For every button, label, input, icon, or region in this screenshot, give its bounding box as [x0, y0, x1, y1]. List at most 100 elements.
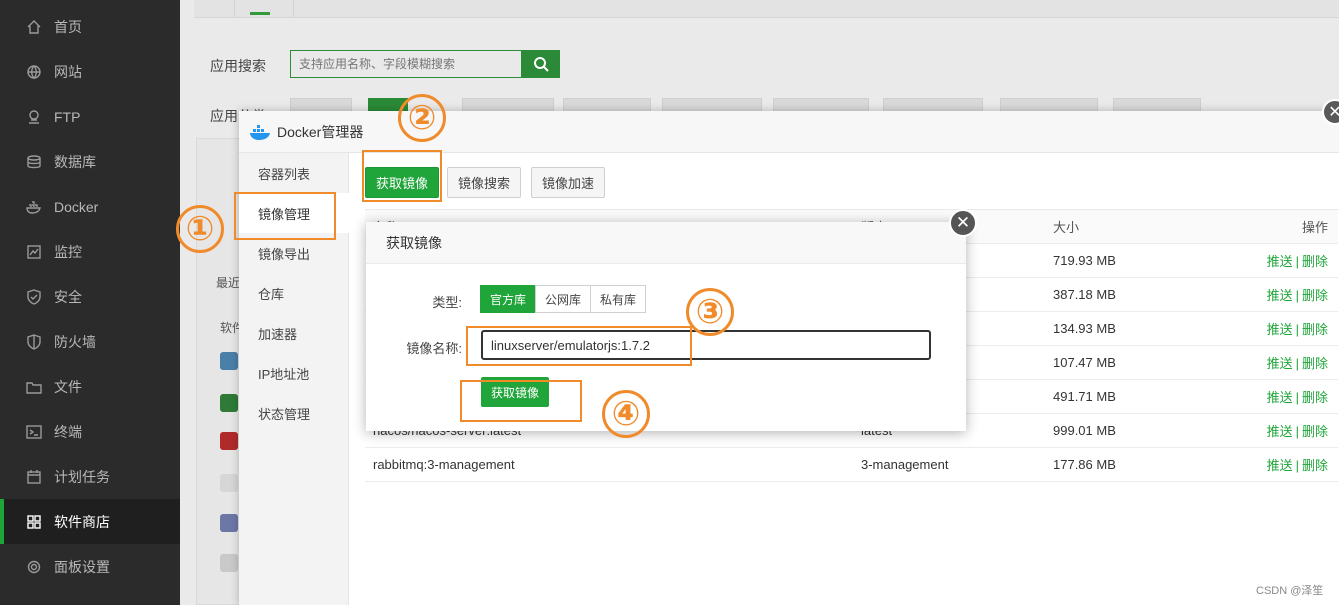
- sidebar-item-website[interactable]: 网站: [0, 49, 180, 94]
- type-option-private[interactable]: 私有库: [590, 285, 647, 313]
- sidebar: 首页 网站 FTP 数据库 Docker 监控 安全 防火墙 文件 终端 计划任…: [0, 0, 180, 605]
- close-icon: ✕: [1328, 104, 1339, 121]
- search-image-button[interactable]: 镜像搜索: [447, 167, 522, 198]
- push-link[interactable]: 推送: [1267, 254, 1293, 269]
- sidebar-item-terminal[interactable]: 终端: [0, 409, 180, 454]
- sidebar-item-label: Docker: [54, 198, 99, 215]
- row-actions: 推送 | 删除: [1215, 243, 1338, 278]
- push-link[interactable]: 推送: [1267, 288, 1293, 303]
- top-tab-bar: [194, 0, 1339, 18]
- sidebar-item-label: FTP: [54, 108, 81, 125]
- push-link[interactable]: 推送: [1267, 424, 1293, 439]
- type-option-public[interactable]: 公网库: [535, 285, 592, 313]
- delete-link[interactable]: 删除: [1302, 254, 1328, 269]
- sidebar-item-label: 面板设置: [54, 558, 110, 575]
- search-icon: [533, 57, 549, 72]
- sidebar-item-cron[interactable]: 计划任务: [0, 454, 180, 499]
- row-actions: 推送 | 删除: [1215, 277, 1338, 312]
- column-header-size: 大小: [1045, 209, 1215, 244]
- nginx-logo-icon: [220, 394, 238, 412]
- docker-icon: [26, 199, 42, 215]
- apache-logo-icon: [220, 432, 238, 450]
- globe-icon: [26, 64, 42, 80]
- dialog-close-button[interactable]: ✕: [949, 209, 977, 237]
- table-row: rabbitmq:3-management 3-management 177.8…: [365, 447, 1338, 482]
- sidebar-item-label: 防火墙: [54, 333, 96, 350]
- delete-link[interactable]: 删除: [1302, 458, 1328, 473]
- image-name-label: 镜像名称:: [406, 341, 462, 356]
- sidebar-item-security[interactable]: 安全: [0, 274, 180, 319]
- sidebar-item-home[interactable]: 首页: [0, 4, 180, 49]
- push-link[interactable]: 推送: [1267, 458, 1293, 473]
- sidebar-item-monitor[interactable]: 监控: [0, 229, 180, 274]
- annotation-box-image-name: [466, 326, 692, 366]
- home-icon: [26, 19, 42, 35]
- image-size: 134.93 MB: [1045, 311, 1215, 346]
- sidebar-item-ftp[interactable]: FTP: [0, 94, 180, 139]
- delete-link[interactable]: 删除: [1302, 424, 1328, 439]
- dialog-header: 获取镜像: [366, 222, 966, 264]
- image-size: 107.47 MB: [1045, 345, 1215, 380]
- sidebar-item-label: 软件商店: [54, 513, 110, 530]
- type-option-official[interactable]: 官方库: [480, 285, 537, 313]
- image-size: 387.18 MB: [1045, 277, 1215, 312]
- sidebar-item-firewall[interactable]: 防火墙: [0, 319, 180, 364]
- row-actions: 推送 | 删除: [1215, 311, 1338, 346]
- shield-icon: [26, 288, 42, 305]
- firewall-icon: [26, 333, 42, 350]
- close-icon: ✕: [955, 213, 971, 232]
- image-size: 177.86 MB: [1045, 447, 1215, 482]
- app-search-input[interactable]: [291, 51, 521, 77]
- mysql-logo-icon: [220, 474, 238, 492]
- action-separator: |: [1295, 254, 1299, 269]
- top-tab-indicator: [250, 12, 270, 15]
- php-logo-icon: [220, 514, 238, 532]
- registry-type-selector: 官方库 公网库 私有库: [480, 285, 647, 313]
- action-separator: |: [1295, 458, 1299, 473]
- sidebar-item-label: 数据库: [54, 153, 96, 170]
- action-separator: |: [1295, 288, 1299, 303]
- nav-item-registry[interactable]: 仓库: [239, 273, 349, 313]
- image-accelerate-button[interactable]: 镜像加速: [531, 167, 606, 198]
- action-separator: |: [1295, 390, 1299, 405]
- image-size: 999.01 MB: [1045, 413, 1215, 448]
- image-size: 719.93 MB: [1045, 243, 1215, 278]
- image-size: 491.71 MB: [1045, 379, 1215, 414]
- folder-icon: [26, 379, 42, 395]
- sidebar-item-files[interactable]: 文件: [0, 364, 180, 409]
- nav-item-accelerator[interactable]: 加速器: [239, 313, 349, 353]
- dialog-title: 获取镜像: [386, 234, 442, 251]
- nav-item-ip-pool[interactable]: IP地址池: [239, 353, 349, 393]
- action-separator: |: [1295, 356, 1299, 371]
- nav-item-status[interactable]: 状态管理: [239, 393, 349, 433]
- sidebar-item-docker[interactable]: Docker: [0, 184, 180, 229]
- sidebar-item-software-store[interactable]: 软件商店: [0, 499, 180, 544]
- row-actions: 推送 | 删除: [1215, 345, 1338, 380]
- sidebar-item-label: 首页: [54, 18, 82, 35]
- push-link[interactable]: 推送: [1267, 322, 1293, 337]
- app-search-box[interactable]: [290, 50, 522, 78]
- image-name: rabbitmq:3-management: [365, 447, 853, 482]
- push-link[interactable]: 推送: [1267, 390, 1293, 405]
- row-actions: 推送 | 删除: [1215, 413, 1338, 448]
- delete-link[interactable]: 删除: [1302, 356, 1328, 371]
- annotation-box-nav: [234, 192, 336, 240]
- push-link[interactable]: 推送: [1267, 356, 1293, 371]
- ftp-icon: [26, 109, 42, 125]
- column-header-ops: 操作: [1215, 209, 1338, 244]
- sidebar-item-database[interactable]: 数据库: [0, 139, 180, 184]
- gear-icon: [26, 559, 42, 575]
- docker-whale-icon: [250, 124, 270, 140]
- terminal-icon: [26, 424, 42, 440]
- calendar-icon: [26, 469, 42, 485]
- sidebar-item-panel-settings[interactable]: 面板设置: [0, 544, 180, 589]
- annotation-step-1: ①: [176, 205, 224, 253]
- sidebar-item-label: 监控: [54, 243, 82, 260]
- nav-item-containers[interactable]: 容器列表: [239, 153, 349, 193]
- ftp-logo-icon: [220, 554, 238, 572]
- delete-link[interactable]: 删除: [1302, 390, 1328, 405]
- delete-link[interactable]: 删除: [1302, 288, 1328, 303]
- app-search-button[interactable]: [521, 50, 560, 78]
- delete-link[interactable]: 删除: [1302, 322, 1328, 337]
- docker-manager-title: Docker管理器: [277, 123, 364, 140]
